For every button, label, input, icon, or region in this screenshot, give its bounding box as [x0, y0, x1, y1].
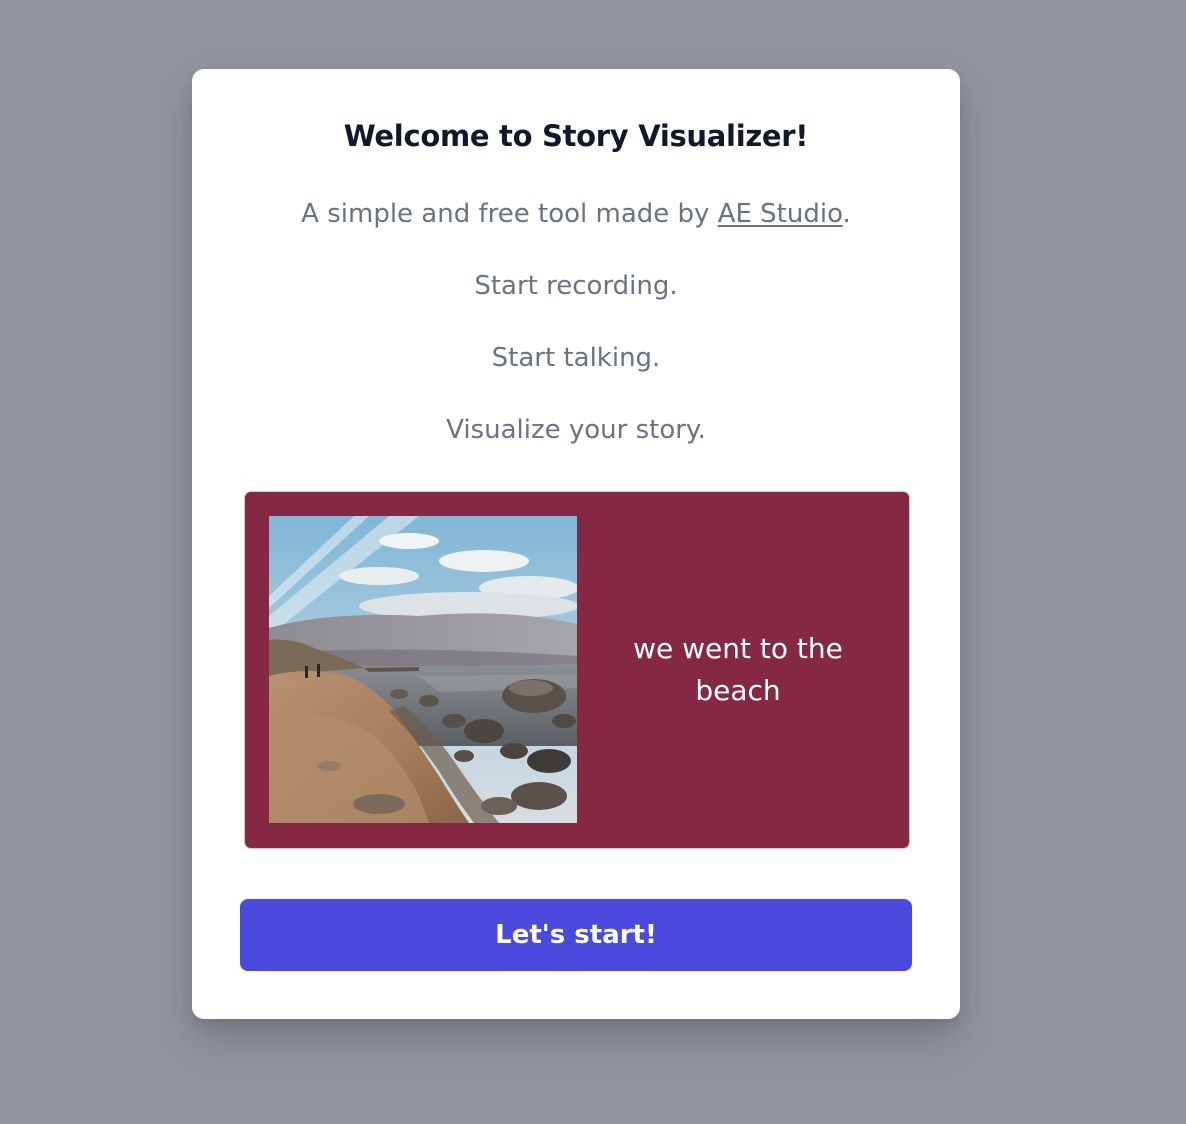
beach-photo: [269, 516, 577, 823]
dialog-title: Welcome to Story Visualizer!: [343, 119, 809, 153]
intro-suffix: .: [842, 199, 851, 229]
story-preview-card: we went to the beach: [244, 491, 910, 849]
story-caption: we went to the beach: [633, 632, 843, 707]
intro-prefix: A simple and free tool made by: [301, 199, 718, 229]
ae-studio-link[interactable]: AE Studio: [718, 199, 843, 229]
step-visualize-text: Visualize your story.: [446, 415, 706, 445]
step-record-text: Start recording.: [474, 271, 678, 301]
welcome-dialog: Welcome to Story Visualizer! A simple an…: [192, 69, 960, 1019]
step-talk-text: Start talking.: [491, 343, 661, 373]
intro-text: A simple and free tool made by AE Studio…: [192, 199, 960, 229]
lets-start-button[interactable]: Let's start!: [240, 899, 912, 971]
